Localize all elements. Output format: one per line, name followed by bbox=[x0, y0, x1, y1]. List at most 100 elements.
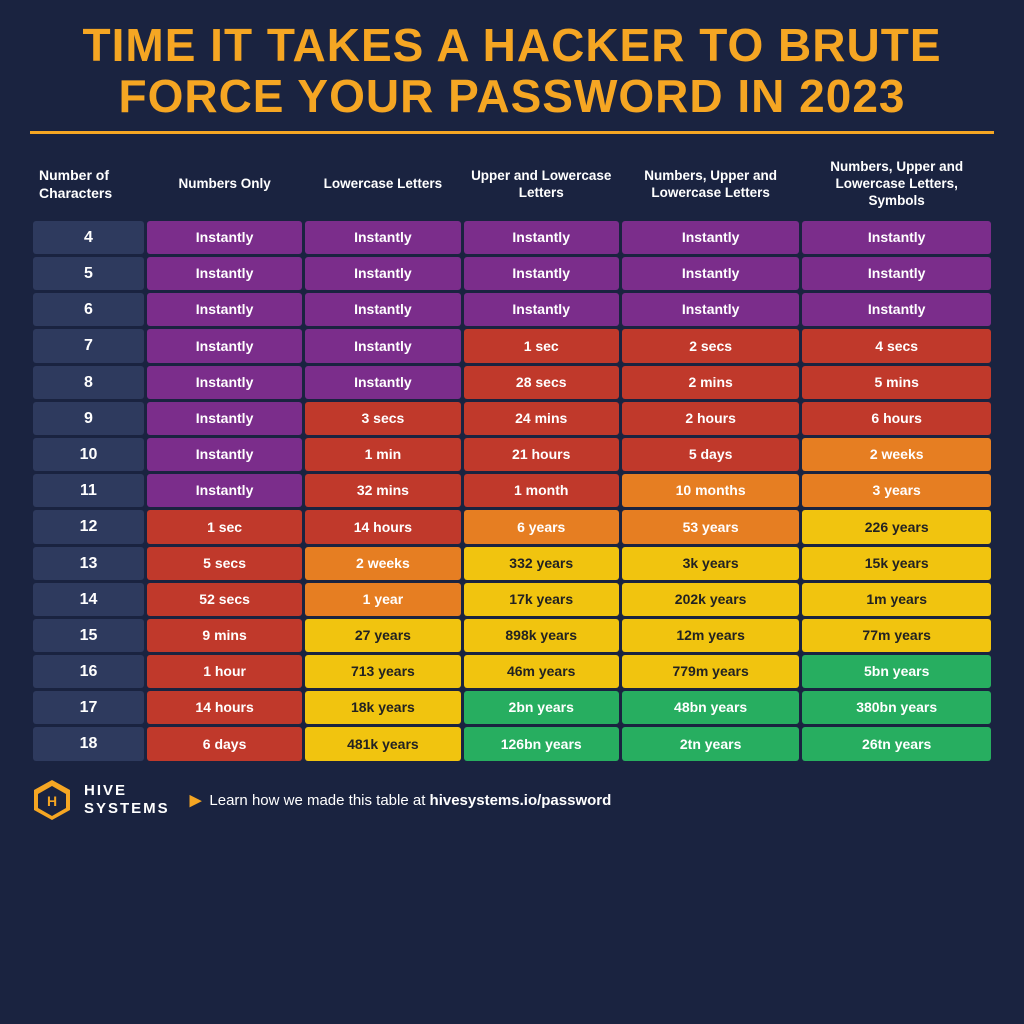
data-cell: Instantly bbox=[147, 329, 302, 362]
char-count-cell: 16 bbox=[33, 655, 144, 688]
char-count-cell: 14 bbox=[33, 583, 144, 616]
data-cell: 14 hours bbox=[147, 691, 302, 724]
col-header-chars: Number of Characters bbox=[33, 151, 144, 218]
data-cell: Instantly bbox=[802, 257, 991, 290]
char-count-cell: 11 bbox=[33, 474, 144, 507]
data-cell: 1m years bbox=[802, 583, 991, 616]
data-cell: 1 sec bbox=[147, 510, 302, 543]
data-cell: Instantly bbox=[147, 438, 302, 471]
hive-logo-icon: H bbox=[30, 778, 74, 822]
data-cell: Instantly bbox=[147, 257, 302, 290]
table-row: 7InstantlyInstantly1 sec2 secs4 secs bbox=[33, 329, 991, 362]
data-cell: 28 secs bbox=[464, 366, 619, 399]
data-cell: 2 hours bbox=[622, 402, 800, 435]
table-row: 5InstantlyInstantlyInstantlyInstantlyIns… bbox=[33, 257, 991, 290]
data-cell: 2 weeks bbox=[802, 438, 991, 471]
data-cell: Instantly bbox=[622, 293, 800, 326]
data-cell: Instantly bbox=[147, 221, 302, 254]
char-count-cell: 13 bbox=[33, 547, 144, 580]
col-header-num-upper-lower-sym: Numbers, Upper and Lowercase Letters, Sy… bbox=[802, 151, 991, 218]
table-row: 6InstantlyInstantlyInstantlyInstantlyIns… bbox=[33, 293, 991, 326]
table-wrapper: Number of Characters Numbers Only Lowerc… bbox=[30, 148, 994, 763]
data-cell: 898k years bbox=[464, 619, 619, 652]
data-cell: 12m years bbox=[622, 619, 800, 652]
data-cell: 380bn years bbox=[802, 691, 991, 724]
table-row: 10Instantly1 min21 hours5 days2 weeks bbox=[33, 438, 991, 471]
data-cell: Instantly bbox=[147, 474, 302, 507]
col-header-num-upper-lower: Numbers, Upper and Lowercase Letters bbox=[622, 151, 800, 218]
data-cell: 32 mins bbox=[305, 474, 460, 507]
data-cell: 1 sec bbox=[464, 329, 619, 362]
table-row: 186 days481k years126bn years2tn years26… bbox=[33, 727, 991, 760]
data-cell: Instantly bbox=[464, 221, 619, 254]
data-cell: 53 years bbox=[622, 510, 800, 543]
data-cell: 10 months bbox=[622, 474, 800, 507]
col-header-numbers: Numbers Only bbox=[147, 151, 302, 218]
data-cell: Instantly bbox=[305, 293, 460, 326]
data-cell: 6 days bbox=[147, 727, 302, 760]
data-cell: 9 mins bbox=[147, 619, 302, 652]
table-row: 135 secs2 weeks332 years3k years15k year… bbox=[33, 547, 991, 580]
data-cell: 2 weeks bbox=[305, 547, 460, 580]
data-cell: Instantly bbox=[147, 366, 302, 399]
data-cell: Instantly bbox=[305, 329, 460, 362]
table-row: 4InstantlyInstantlyInstantlyInstantlyIns… bbox=[33, 221, 991, 254]
data-cell: Instantly bbox=[305, 366, 460, 399]
data-cell: 713 years bbox=[305, 655, 460, 688]
data-cell: 481k years bbox=[305, 727, 460, 760]
title-divider bbox=[30, 131, 994, 134]
char-count-cell: 12 bbox=[33, 510, 144, 543]
col-header-lower: Lowercase Letters bbox=[305, 151, 460, 218]
table-row: 159 mins27 years898k years12m years77m y… bbox=[33, 619, 991, 652]
table-row: 8InstantlyInstantly28 secs2 mins5 mins bbox=[33, 366, 991, 399]
char-count-cell: 8 bbox=[33, 366, 144, 399]
data-cell: 24 mins bbox=[464, 402, 619, 435]
data-cell: Instantly bbox=[802, 221, 991, 254]
footer: H HIVE SYSTEMS ▶ Learn how we made this … bbox=[30, 774, 994, 826]
table-row: 1452 secs1 year17k years202k years1m yea… bbox=[33, 583, 991, 616]
data-cell: 1 hour bbox=[147, 655, 302, 688]
char-count-cell: 17 bbox=[33, 691, 144, 724]
table-row: 161 hour713 years46m years779m years5bn … bbox=[33, 655, 991, 688]
data-cell: 21 hours bbox=[464, 438, 619, 471]
data-cell: 1 month bbox=[464, 474, 619, 507]
data-cell: 3 secs bbox=[305, 402, 460, 435]
svg-text:H: H bbox=[47, 793, 57, 809]
data-cell: 202k years bbox=[622, 583, 800, 616]
data-cell: 332 years bbox=[464, 547, 619, 580]
arrow-icon: ▶ bbox=[190, 792, 202, 809]
data-cell: 2tn years bbox=[622, 727, 800, 760]
data-cell: 126bn years bbox=[464, 727, 619, 760]
char-count-cell: 6 bbox=[33, 293, 144, 326]
data-cell: Instantly bbox=[622, 221, 800, 254]
data-cell: Instantly bbox=[802, 293, 991, 326]
data-cell: Instantly bbox=[147, 402, 302, 435]
data-cell: 2 mins bbox=[622, 366, 800, 399]
data-cell: Instantly bbox=[464, 257, 619, 290]
data-cell: 226 years bbox=[802, 510, 991, 543]
data-cell: 5 days bbox=[622, 438, 800, 471]
main-container: TIME IT TAKES A HACKER TO BRUTE FORCE YO… bbox=[0, 0, 1024, 836]
data-cell: 2 secs bbox=[622, 329, 800, 362]
page-title: TIME IT TAKES A HACKER TO BRUTE FORCE YO… bbox=[30, 20, 994, 121]
data-cell: 4 secs bbox=[802, 329, 991, 362]
data-cell: 3k years bbox=[622, 547, 800, 580]
data-cell: Instantly bbox=[305, 221, 460, 254]
data-cell: 77m years bbox=[802, 619, 991, 652]
data-cell: 6 years bbox=[464, 510, 619, 543]
data-cell: 5bn years bbox=[802, 655, 991, 688]
logo-text: HIVE SYSTEMS bbox=[84, 782, 170, 818]
data-cell: 26tn years bbox=[802, 727, 991, 760]
data-cell: 46m years bbox=[464, 655, 619, 688]
data-cell: 15k years bbox=[802, 547, 991, 580]
table-row: 121 sec14 hours6 years53 years226 years bbox=[33, 510, 991, 543]
col-header-upper-lower: Upper and Lowercase Letters bbox=[464, 151, 619, 218]
data-cell: Instantly bbox=[464, 293, 619, 326]
data-cell: Instantly bbox=[622, 257, 800, 290]
data-cell: 779m years bbox=[622, 655, 800, 688]
data-cell: 5 mins bbox=[802, 366, 991, 399]
data-cell: 2bn years bbox=[464, 691, 619, 724]
data-cell: 3 years bbox=[802, 474, 991, 507]
table-row: 1714 hours18k years2bn years48bn years38… bbox=[33, 691, 991, 724]
data-cell: Instantly bbox=[147, 293, 302, 326]
